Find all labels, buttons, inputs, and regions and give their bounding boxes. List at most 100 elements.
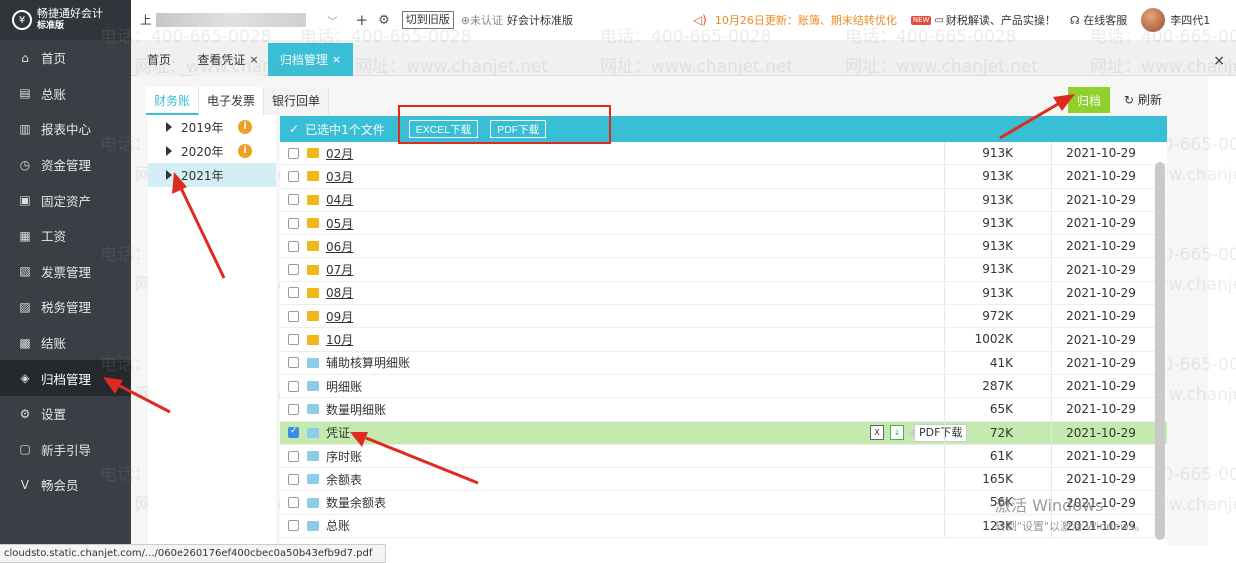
row-checkbox[interactable] [288, 217, 299, 229]
row-checkbox[interactable] [288, 473, 299, 485]
sidebar-item[interactable]: ◷ 资金管理 [0, 147, 131, 183]
file-name[interactable]: 09月 [326, 308, 353, 325]
chevron-down-icon[interactable]: ﹀ [328, 13, 338, 28]
row-checkbox[interactable] [288, 194, 299, 206]
sidebar-item[interactable]: ◈ 归档管理 [0, 360, 131, 396]
table-row[interactable]: 02月 913K 2021-10-29 [280, 142, 1167, 166]
table-row[interactable]: 序时账 61K 2021-10-29 [280, 444, 1167, 469]
file-name: 辅助核算明细账 [326, 356, 411, 371]
table-row[interactable]: 07月 913K 2021-10-29 [280, 258, 1167, 282]
support-label: 在线客服 [1083, 14, 1128, 27]
tab-archive[interactable]: 归档管理 × [268, 43, 353, 76]
tree-item-2021[interactable]: 2021年 [148, 163, 276, 187]
archive-button[interactable]: 归档 [1068, 87, 1110, 113]
row-checkbox[interactable] [288, 357, 299, 369]
app-logo[interactable]: ¥ 畅捷通好会计 标准版 [0, 0, 131, 40]
sidebar-item-label: 固定资产 [41, 193, 92, 209]
file-name[interactable]: 10月 [326, 331, 353, 348]
table-row[interactable]: 10月 1002K 2021-10-29 [280, 328, 1167, 352]
sidebar-item[interactable]: ▤ 总账 [0, 76, 131, 112]
logo-name: 畅捷通好会计 [37, 7, 103, 20]
row-checkbox[interactable] [288, 310, 299, 322]
row-checkbox[interactable] [288, 264, 299, 276]
row-checkbox[interactable] [288, 240, 299, 252]
sidebar-item[interactable]: ▨ 税务管理 [0, 289, 131, 325]
table-row[interactable]: 09月 972K 2021-10-29 [280, 305, 1167, 329]
file-size: 913K [944, 142, 1052, 165]
avatar[interactable] [1141, 8, 1166, 32]
tab-label: 查看凭证 [197, 53, 246, 67]
tax-guide-link[interactable]: 财税解读、产品实操！ [946, 12, 1056, 28]
company-selector[interactable]: 上 [140, 12, 306, 28]
row-checkbox[interactable] [288, 380, 299, 392]
row-checkbox[interactable] [288, 450, 299, 462]
sidebar-item[interactable]: V 畅会员 [0, 467, 131, 503]
row-checkbox[interactable] [288, 403, 299, 415]
archive-icon: ◈ [20, 371, 30, 386]
sidebar-item[interactable]: ▧ 发票管理 [0, 254, 131, 290]
close-icon[interactable]: × [332, 53, 341, 66]
close-icon[interactable]: × [1213, 53, 1225, 69]
sidebar-item[interactable]: ▢ 新手引导 [0, 432, 131, 468]
row-checkbox[interactable] [288, 147, 299, 159]
cert-label: 未认证 [469, 14, 503, 27]
sidebar-item[interactable]: ▥ 报表中心 [0, 111, 131, 147]
table-row[interactable]: 08月 913K 2021-10-29 [280, 281, 1167, 306]
online-support[interactable]: ☊ 在线客服 [1070, 12, 1127, 28]
expand-icon[interactable] [166, 146, 172, 156]
file-name[interactable]: 03月 [326, 168, 353, 185]
row-checkbox[interactable] [288, 287, 299, 299]
subtab-financial[interactable]: 财务账 [146, 87, 200, 115]
row-checkbox[interactable] [288, 497, 299, 509]
table-row[interactable]: 数量明细账 65K 2021-10-29 [280, 398, 1167, 422]
sidebar-item[interactable]: ▦ 工资 [0, 218, 131, 254]
tree-item-2020[interactable]: 2020年 i [148, 139, 276, 163]
table-row[interactable]: 余额表 165K 2021-10-29 [280, 468, 1167, 492]
file-date: 2021-10-29 [1066, 332, 1136, 347]
refresh-button[interactable]: ↻ 刷新 [1124, 87, 1162, 113]
folder-icon [307, 264, 319, 275]
file-name[interactable]: 06月 [326, 238, 353, 255]
row-checkbox[interactable] [288, 426, 299, 439]
tab-home[interactable]: 首页 [137, 43, 181, 76]
user-name[interactable]: 李四代1 [1170, 12, 1210, 28]
sidebar-item[interactable]: ▩ 结账 [0, 325, 131, 361]
expand-icon[interactable] [166, 170, 172, 180]
table-row[interactable]: 明细账 287K 2021-10-29 [280, 374, 1167, 399]
tab-view-voucher[interactable]: 查看凭证 × [193, 43, 263, 76]
switch-old-version-button[interactable]: 切到旧版 [401, 11, 454, 29]
update-notice[interactable]: 10月26日更新：账簿、期末结转优化 [715, 12, 897, 28]
row-checkbox[interactable] [288, 520, 299, 532]
table-row[interactable]: 03月 913K 2021-10-29 [280, 165, 1167, 189]
scrollbar[interactable] [1155, 162, 1165, 540]
row-checkbox[interactable] [288, 334, 299, 346]
pdf-file-icon[interactable]: ↓ [890, 425, 904, 441]
table-row[interactable]: 04月 913K 2021-10-29 [280, 188, 1167, 212]
sidebar-item[interactable]: ⌂ 首页 [0, 40, 131, 76]
cert-status[interactable]: ⊕未认证 [461, 12, 503, 28]
gear-icon[interactable]: ⚙ [378, 13, 390, 28]
tree-label: 2021年 [181, 168, 224, 183]
file-name[interactable]: 07月 [326, 261, 353, 278]
table-row[interactable]: 凭证X↓PDF下载72K2021-10-29 [280, 421, 1167, 445]
subtab-e-invoice[interactable]: 电子发票 [199, 87, 265, 115]
tree-item-2019[interactable]: 2019年 i [148, 115, 276, 139]
tab-label: 归档管理 [279, 53, 328, 67]
file-name[interactable]: 02月 [326, 145, 353, 162]
table-row[interactable]: 06月 913K 2021-10-29 [280, 235, 1167, 259]
file-name[interactable]: 04月 [326, 191, 353, 208]
folder-icon [307, 194, 319, 205]
excel-file-icon[interactable]: X [870, 425, 884, 441]
expand-icon[interactable] [166, 122, 172, 132]
table-row[interactable]: 辅助核算明细账 41K 2021-10-29 [280, 351, 1167, 375]
close-icon[interactable]: × [249, 53, 258, 66]
file-name[interactable]: 08月 [326, 284, 353, 301]
chart-icon: ▥ [19, 121, 31, 136]
table-row[interactable]: 05月 913K 2021-10-29 [280, 211, 1167, 236]
row-checkbox[interactable] [288, 170, 299, 182]
sidebar-item[interactable]: ⚙ 设置 [0, 396, 131, 432]
subtab-bank-receipt[interactable]: 银行回单 [264, 87, 330, 115]
file-name[interactable]: 05月 [326, 215, 353, 232]
add-icon[interactable]: + [356, 11, 369, 29]
sidebar-item[interactable]: ▣ 固定资产 [0, 182, 131, 218]
